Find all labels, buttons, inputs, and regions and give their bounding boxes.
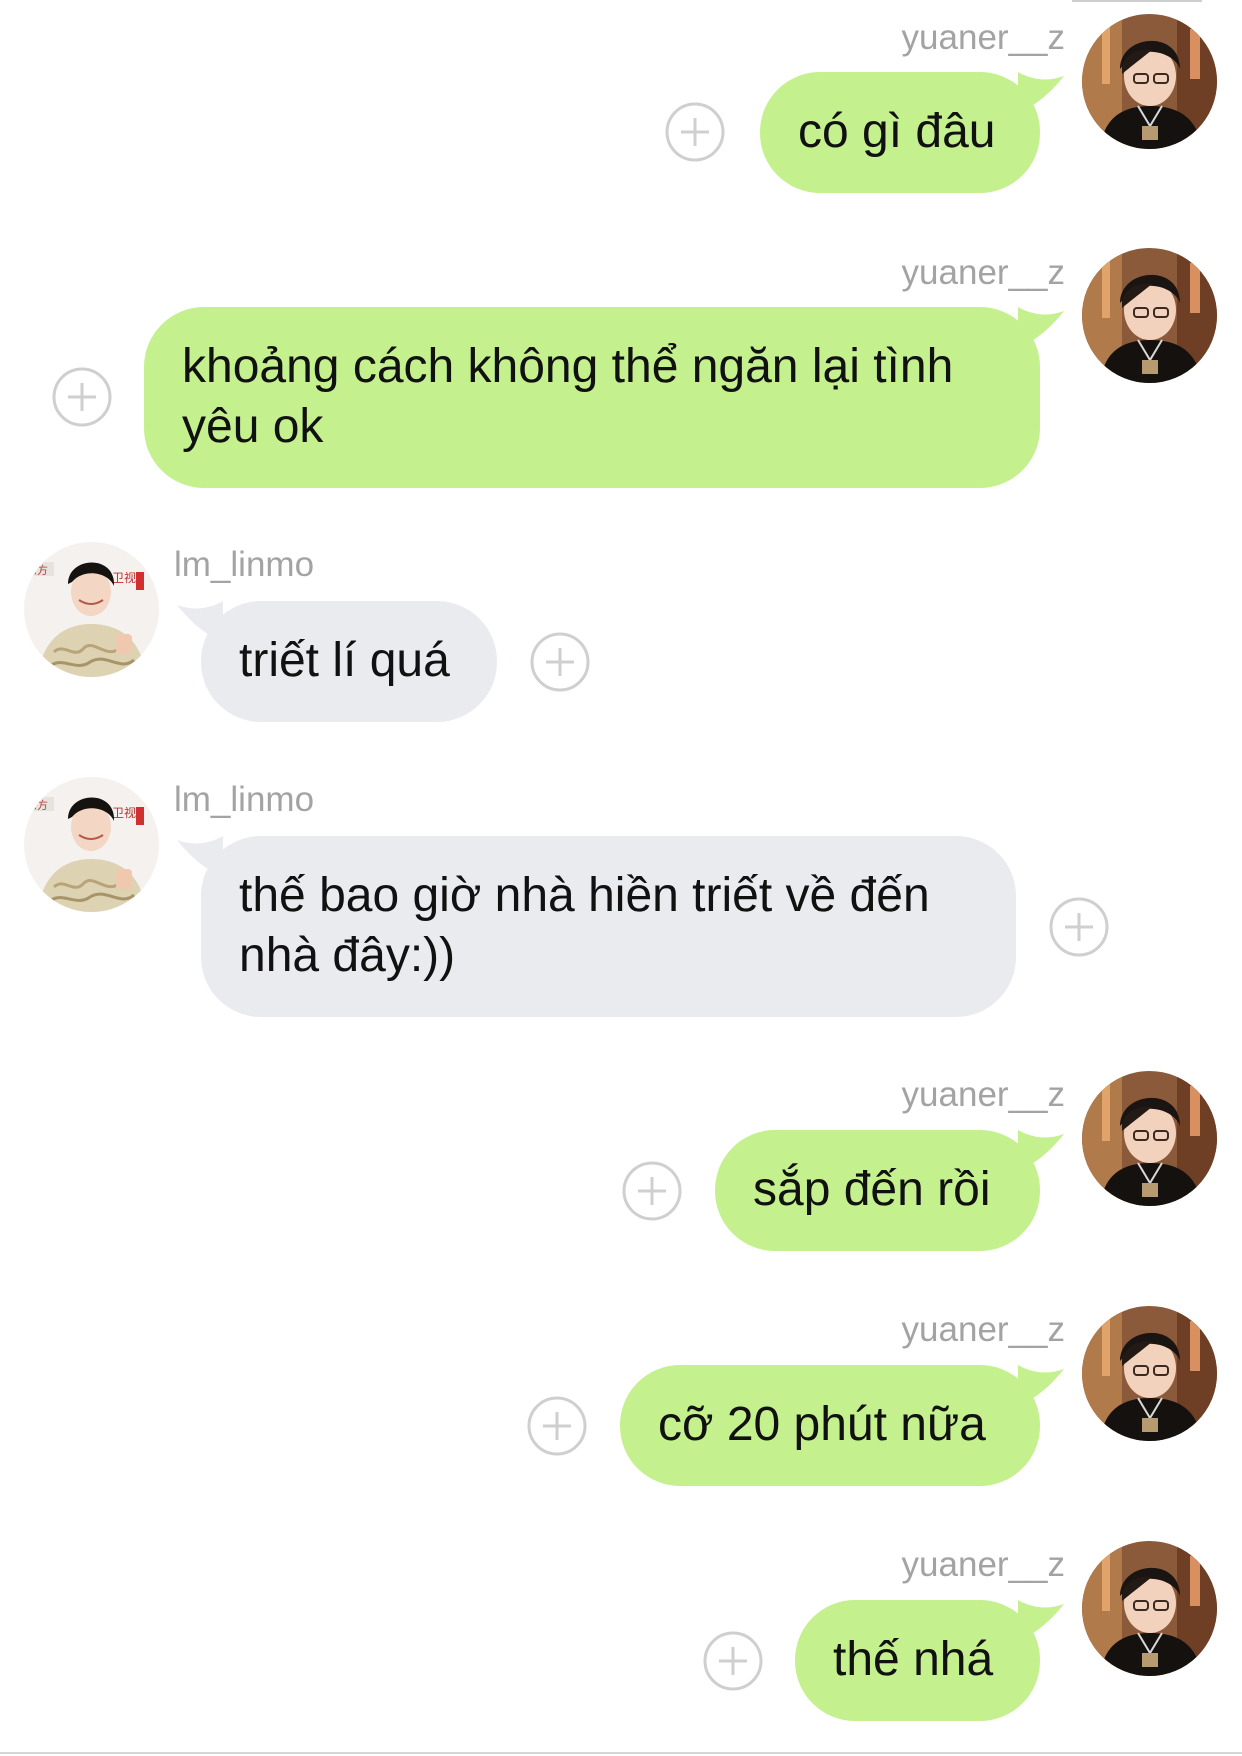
add-reaction-button[interactable]	[664, 101, 726, 163]
message-bubble[interactable]: thế bao giờ nhà hiền triết về đến nhà đâ…	[177, 836, 1016, 1017]
bubble-tail	[1018, 72, 1066, 114]
message-username: lm_linmo	[174, 545, 315, 584]
plus-circle-icon	[52, 367, 112, 427]
message-line: có gì đâu	[798, 105, 996, 158]
bubble-tail	[175, 601, 223, 643]
bubble-tail	[1018, 307, 1066, 349]
avatar[interactable]	[1082, 14, 1217, 149]
message-bubble[interactable]: thế nhá	[795, 1600, 1064, 1721]
plus-circle-icon	[665, 102, 725, 162]
bubble-tail	[1018, 1600, 1066, 1642]
plus-circle-icon	[530, 632, 590, 692]
avatar[interactable]	[1082, 1306, 1217, 1441]
message-bubble[interactable]: cỡ 20 phút nữa	[620, 1365, 1064, 1486]
plus-circle-icon	[622, 1161, 682, 1221]
bottom-divider	[0, 1752, 1242, 1754]
message-bubble[interactable]: triết lí quá	[177, 601, 497, 722]
add-reaction-button[interactable]	[526, 1395, 588, 1457]
add-reaction-button[interactable]	[621, 1160, 683, 1222]
bubble-tail	[175, 836, 223, 878]
add-reaction-button[interactable]	[51, 366, 113, 428]
top-divider	[1072, 0, 1202, 2]
add-reaction-button[interactable]	[1048, 896, 1110, 958]
message-username: lm_linmo	[174, 780, 315, 819]
plus-circle-icon	[703, 1631, 763, 1691]
add-reaction-button[interactable]	[702, 1630, 764, 1692]
message-line: thế bao giờ nhà hiền triết về đến	[239, 869, 930, 922]
avatar[interactable]	[1082, 248, 1217, 383]
message-line: sắp đến rồi	[753, 1163, 991, 1216]
add-reaction-button[interactable]	[529, 631, 591, 693]
plus-circle-icon	[527, 1396, 587, 1456]
avatar[interactable]	[1082, 1541, 1217, 1676]
bubble-tail	[1018, 1365, 1066, 1407]
message-bubble[interactable]: sắp đến rồi	[715, 1130, 1064, 1251]
message-line: nhà đây:))	[239, 929, 456, 982]
message-username: yuaner__z	[901, 1075, 1065, 1114]
message-bubble[interactable]: có gì đâu	[760, 72, 1064, 193]
message-username: yuaner__z	[901, 1310, 1065, 1349]
chat-screen: yuaner__z có gì đâu yuaner__z khoảng các…	[0, 0, 1242, 1756]
message-line: cỡ 20 phút nữa	[658, 1398, 986, 1451]
message-line: yêu ok	[182, 400, 324, 453]
bubble-tail	[1018, 1130, 1066, 1172]
message-line: khoảng cách không thể ngăn lại tình	[182, 340, 954, 393]
plus-circle-icon	[1049, 897, 1109, 957]
message-line: triết lí quá	[239, 634, 450, 687]
message-username: yuaner__z	[901, 18, 1065, 57]
avatar[interactable]	[24, 777, 159, 912]
message-line: thế nhá	[833, 1633, 994, 1686]
avatar[interactable]	[1082, 1071, 1217, 1206]
message-username: yuaner__z	[901, 1545, 1065, 1584]
message-username: yuaner__z	[901, 253, 1065, 292]
message-bubble[interactable]: khoảng cách không thể ngăn lại tình yêu …	[144, 307, 1064, 488]
avatar[interactable]	[24, 542, 159, 677]
